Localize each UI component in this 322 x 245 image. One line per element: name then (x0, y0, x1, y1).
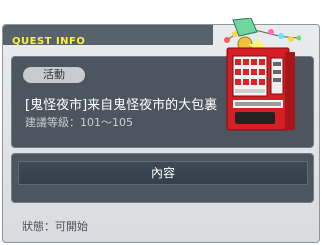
vending-machine-icon (224, 18, 301, 131)
window-title: QUEST INFO (12, 36, 86, 47)
quest-level: 建議等級：101～105 (25, 116, 133, 129)
content-button[interactable]: 內容 (18, 161, 308, 185)
content-panel: 內容 (11, 153, 314, 203)
quest-name: [鬼怪夜市]来自鬼怪夜市的大包裏 (25, 98, 218, 113)
quest-id: 500839-0 (2, 0, 55, 10)
status-text: 狀態：可開始 (22, 220, 88, 233)
category-badge: 活動 (23, 67, 85, 83)
